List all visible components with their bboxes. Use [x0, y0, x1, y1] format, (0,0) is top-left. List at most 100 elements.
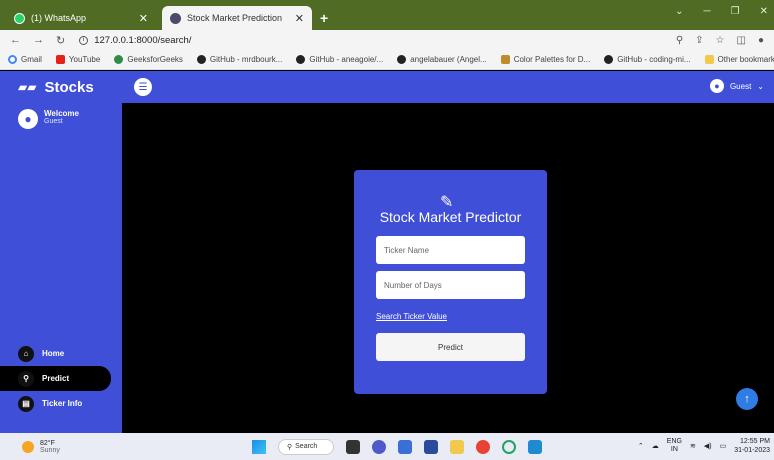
minimize-button[interactable]: ─ [704, 6, 711, 17]
system-tray: ⌃ ☁ ENG IN ≋ ◀) ▭ 12:55 PM 31-01-2023 [638, 437, 770, 455]
github-icon [196, 55, 206, 64]
tab-stock-market-prediction[interactable]: Stock Market Prediction ✕ [162, 6, 312, 30]
ticker-name-input[interactable] [376, 236, 525, 264]
sidebar-nav: ⌂ Home ⚲ Predict ▤ Ticker Info [0, 341, 122, 416]
sidebar-item-label: Home [42, 349, 65, 358]
chrome-icon[interactable] [476, 439, 490, 454]
taskbar-search[interactable]: ⚲ Search [278, 438, 334, 455]
taskbar-apps: ⚲ Search [252, 438, 542, 455]
address-bar: ← → ↻ i 127.0.0.1:8000/search/ ⚲ ⇪ ☆ ◫ ● [0, 30, 774, 50]
profile-icon[interactable]: ● [758, 35, 764, 46]
bookmarks-bar: Gmail YouTube GeeksforGeeks GitHub - mrd… [0, 50, 774, 70]
number-of-days-input[interactable] [376, 271, 525, 299]
address-bar-actions: ⚲ ⇪ ☆ ◫ ● [676, 35, 764, 46]
whatsapp-icon [14, 12, 25, 24]
bookmark-youtube[interactable]: YouTube [55, 55, 101, 64]
bookmark-label: GitHub - coding-mi... [617, 55, 691, 64]
bookmark-other[interactable]: Other bookmarks [704, 55, 774, 64]
weather-widget[interactable]: 82°F Sunny [0, 440, 230, 454]
predict-button[interactable]: Predict [376, 333, 525, 361]
tab-title: (1) WhatsApp [31, 13, 87, 23]
task-view-icon[interactable] [346, 439, 360, 454]
zoom-icon[interactable]: ⚲ [676, 35, 683, 46]
geeksforgeeks-icon [114, 55, 124, 64]
app-icon[interactable] [502, 439, 516, 454]
github-icon [604, 55, 614, 64]
sidebar-item-label: Predict [42, 374, 70, 383]
welcome-username: Guest [44, 118, 63, 125]
weather-temp: 82°F [40, 439, 55, 447]
bookmark-label: Other bookmarks [717, 55, 774, 64]
forward-icon[interactable]: → [33, 34, 44, 47]
teams-icon[interactable] [372, 439, 386, 454]
share-icon[interactable]: ⇪ [695, 35, 703, 46]
close-tab-icon[interactable]: ✕ [295, 12, 304, 25]
clock[interactable]: 12:55 PM 31-01-2023 [734, 437, 770, 455]
bookmark-angelabauer[interactable]: angelabauer (Angel... [397, 55, 487, 64]
search-icon: ⚲ [287, 443, 293, 451]
file-explorer-icon[interactable] [450, 439, 464, 454]
reload-icon[interactable]: ↻ [56, 34, 65, 47]
store-icon[interactable] [424, 439, 438, 454]
bookmark-github-coding[interactable]: GitHub - coding-mi... [604, 55, 691, 64]
chevron-up-icon[interactable]: ⌃ [638, 442, 644, 450]
close-window-button[interactable]: ✕ [760, 6, 768, 17]
youtube-icon [55, 55, 65, 64]
sidebar-item-label: Ticker Info [42, 399, 83, 408]
vscode-icon[interactable] [528, 439, 542, 454]
back-icon[interactable]: ← [10, 34, 21, 47]
bookmark-github-aneagoie[interactable]: GitHub - aneagoie/... [296, 55, 383, 64]
search-ticker-link[interactable]: Search Ticker Value [376, 312, 447, 321]
brand-title: Stocks [44, 78, 94, 96]
avatar-icon: ● [709, 79, 724, 93]
language-indicator[interactable]: ENG IN [667, 438, 682, 454]
bookmark-label: YouTube [68, 55, 101, 64]
sidebar-item-ticker-info[interactable]: ▤ Ticker Info [0, 391, 122, 416]
lang-line1: ENG [666, 438, 682, 445]
menu-toggle-button[interactable]: ☰ [134, 78, 152, 96]
header-user-menu[interactable]: ● Guest ⌄ [709, 79, 764, 93]
window-controls: ⌄ ─ ❐ ✕ [675, 6, 768, 17]
taskbar-search-label: Search [295, 443, 318, 450]
brand[interactable]: ▰▰ Stocks [0, 79, 122, 96]
weather-desc: Sunny [40, 446, 60, 454]
welcome-title: Welcome [44, 109, 79, 118]
cloud-icon[interactable]: ☁ [652, 442, 659, 450]
info-icon[interactable]: i [79, 35, 89, 45]
windows-start-icon[interactable] [252, 439, 266, 454]
bookmark-color-palettes[interactable]: Color Palettes for D... [500, 55, 591, 64]
lang-line2: IN [670, 446, 678, 453]
tab-title: Stock Market Prediction [187, 13, 283, 23]
github-icon [397, 55, 407, 64]
sidepanel-icon[interactable]: ◫ [737, 35, 746, 46]
user-avatar-icon: ● [18, 109, 38, 129]
url-text: 127.0.0.1:8000/search/ [94, 34, 192, 46]
sidebar-item-predict[interactable]: ⚲ Predict [0, 366, 111, 391]
github-icon [296, 55, 306, 64]
bookmark-label: GitHub - mrdbourk... [209, 55, 283, 64]
wifi-icon[interactable]: ≋ [690, 442, 696, 450]
sidebar-item-home[interactable]: ⌂ Home [0, 341, 122, 366]
tab-whatsapp[interactable]: (1) WhatsApp ✕ [6, 6, 156, 30]
volume-icon[interactable]: ◀) [704, 442, 712, 450]
chevron-down-icon[interactable]: ⌄ [675, 6, 683, 17]
bookmark-label: GitHub - aneagoie/... [309, 55, 384, 64]
stocks-logo-icon: ▰▰ [18, 80, 37, 94]
maximize-button[interactable]: ❐ [731, 6, 740, 17]
close-tab-icon[interactable]: ✕ [139, 12, 148, 25]
clock-date: 31-01-2023 [734, 447, 770, 454]
info-icon: ▤ [18, 395, 34, 412]
widgets-icon[interactable] [398, 439, 412, 454]
new-tab-button[interactable]: + [320, 10, 328, 26]
battery-icon[interactable]: ▭ [720, 442, 727, 450]
bookmark-label: Color Palettes for D... [513, 55, 591, 64]
header-username: Guest [729, 81, 752, 91]
bookmark-gmail[interactable]: Gmail [8, 55, 42, 64]
star-icon[interactable]: ☆ [716, 35, 725, 46]
browser-tab-strip: (1) WhatsApp ✕ Stock Market Prediction ✕… [0, 0, 774, 30]
url-field[interactable]: i 127.0.0.1:8000/search/ [79, 35, 676, 46]
scroll-to-top-button[interactable]: ↑ [736, 388, 758, 410]
predictor-card: ✎ Stock Market Predictor Search Ticker V… [354, 170, 547, 394]
bookmark-geeksforgeeks[interactable]: GeeksforGeeks [114, 55, 183, 64]
bookmark-github-mrdbourk[interactable]: GitHub - mrdbourk... [196, 55, 283, 64]
